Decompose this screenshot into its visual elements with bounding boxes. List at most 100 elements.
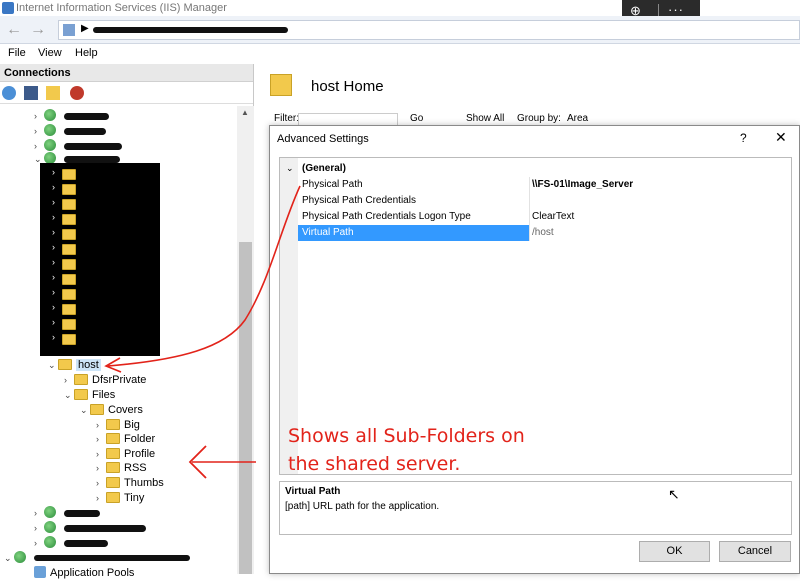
globe-icon	[44, 521, 56, 533]
folder-icon	[90, 404, 104, 415]
tree-item-big[interactable]: › Big	[96, 418, 140, 433]
save-icon[interactable]	[24, 86, 38, 100]
tree-item-label: Tiny	[124, 492, 145, 504]
globe-icon	[44, 139, 56, 151]
group-by-select[interactable]: Area	[567, 113, 588, 124]
redaction-mark	[34, 555, 190, 561]
chevron-right-icon[interactable]: ›	[52, 197, 55, 207]
filter-label: Filter:	[274, 113, 299, 124]
folder-icon	[106, 477, 120, 488]
tree-item-label: Profile	[124, 448, 156, 460]
chevron-down-icon[interactable]: ⌄	[80, 403, 90, 418]
breadcrumb[interactable]: ▶	[58, 20, 800, 40]
redaction-mark	[64, 143, 122, 150]
chevron-down-icon[interactable]: ⌄	[48, 358, 58, 373]
chevron-right-icon[interactable]: ›	[96, 461, 106, 476]
chevron-down-icon[interactable]: ⌄	[64, 388, 74, 403]
chevron-right-icon[interactable]: ›	[34, 109, 44, 124]
tree-item-covers[interactable]: ⌄ Covers	[80, 403, 143, 418]
menu-help[interactable]: Help	[75, 47, 98, 59]
tree-item-profile[interactable]: › Profile	[96, 447, 155, 462]
chevron-right-icon[interactable]: ›	[52, 167, 55, 177]
property-value[interactable]: /host	[532, 227, 554, 238]
property-row-logon-type[interactable]: Physical Path Credentials Logon Type Cle…	[280, 209, 791, 225]
property-row-physical-path-credentials[interactable]: Physical Path Credentials	[280, 193, 791, 209]
tree-item-dfsrprivate[interactable]: › DfsrPrivate	[64, 373, 146, 388]
ok-button[interactable]: OK	[639, 541, 710, 562]
tree-item-rss[interactable]: › RSS	[96, 461, 147, 476]
property-value[interactable]: ClearText	[532, 211, 574, 222]
property-name: Virtual Path	[302, 227, 354, 238]
redacted-breadcrumb	[93, 27, 288, 33]
menu-file[interactable]: File	[8, 47, 26, 59]
tree-item-host[interactable]: ⌄ host	[48, 358, 101, 373]
page-title: host Home	[311, 78, 384, 95]
tree-item-folder[interactable]: › Folder	[96, 432, 155, 447]
chevron-right-icon[interactable]: ›	[34, 124, 44, 139]
up-folder-icon[interactable]	[46, 86, 60, 100]
property-category-general[interactable]: ⌄ (General)	[280, 161, 791, 177]
property-row-physical-path[interactable]: Physical Path \\FS-01\Image_Server	[280, 177, 791, 193]
forward-arrow-icon[interactable]: →	[28, 20, 48, 40]
menu-bar: File View Help	[0, 44, 800, 62]
folder-icon	[62, 169, 76, 180]
chevron-right-icon[interactable]: ›	[52, 302, 55, 312]
tree-item-thumbs[interactable]: › Thumbs	[96, 476, 164, 491]
chevron-right-icon[interactable]: ›	[96, 432, 106, 447]
go-button[interactable]: Go	[410, 113, 423, 124]
back-arrow-icon[interactable]: ←	[4, 20, 24, 40]
chevron-right-icon[interactable]: ›	[52, 287, 55, 297]
tree-site-redacted-7[interactable]: ›	[34, 536, 60, 551]
grid-divider	[529, 225, 530, 241]
show-all-button[interactable]: Show All	[466, 113, 504, 124]
connections-scrollbar[interactable]: ▲	[237, 106, 254, 574]
folder-icon	[62, 199, 76, 210]
chevron-right-icon[interactable]: ›	[96, 418, 106, 433]
chevron-right-icon[interactable]: ›	[52, 212, 55, 222]
folder-icon	[74, 374, 88, 385]
chevron-right-icon[interactable]: ›	[52, 317, 55, 327]
help-icon[interactable]: ?	[740, 131, 747, 145]
scroll-up-icon[interactable]: ▲	[241, 108, 249, 117]
server-icon	[63, 24, 75, 36]
redaction-mark	[64, 525, 146, 532]
tree-site-redacted-1[interactable]: ›	[34, 109, 60, 124]
chevron-down-icon[interactable]: ⌄	[286, 163, 294, 174]
chevron-right-icon[interactable]: ›	[52, 182, 55, 192]
cancel-button[interactable]: Cancel	[719, 541, 791, 562]
disconnect-icon[interactable]	[70, 86, 84, 100]
tree-site-redacted-5[interactable]: ›	[34, 506, 60, 521]
property-value[interactable]: \\FS-01\Image_Server	[532, 179, 633, 190]
chevron-down-icon[interactable]: ⌄	[4, 551, 14, 566]
tree-site-redacted-6[interactable]: ›	[34, 521, 60, 536]
chevron-right-icon[interactable]: ›	[64, 373, 74, 388]
chevron-right-icon[interactable]: ›	[52, 242, 55, 252]
chevron-right-icon[interactable]: ›	[34, 506, 44, 521]
breadcrumb-chevron-icon[interactable]: ▶	[81, 23, 89, 34]
chevron-right-icon[interactable]: ›	[96, 476, 106, 491]
close-icon[interactable]: ✕	[775, 129, 787, 146]
chevron-right-icon[interactable]: ›	[96, 447, 106, 462]
connect-globe-icon[interactable]	[2, 86, 16, 100]
tree-server-redacted[interactable]: ⌄	[4, 551, 30, 566]
tree-site-redacted-2[interactable]: ›	[34, 124, 60, 139]
chevron-right-icon[interactable]: ›	[52, 272, 55, 282]
chevron-right-icon[interactable]: ›	[52, 257, 55, 267]
folder-icon	[62, 229, 76, 240]
connections-header: Connections	[0, 64, 253, 82]
folder-icon	[106, 448, 120, 459]
chevron-right-icon[interactable]: ›	[96, 491, 106, 506]
more-options-icon[interactable]: ···	[668, 2, 684, 17]
tree-item-files[interactable]: ⌄ Files	[64, 388, 115, 403]
property-row-virtual-path[interactable]: Virtual Path /host	[280, 225, 791, 241]
chevron-right-icon[interactable]: ›	[52, 332, 55, 342]
chevron-right-icon[interactable]: ›	[52, 227, 55, 237]
advanced-settings-dialog: Advanced Settings ? ✕ ⌄ (General) Physic…	[269, 125, 800, 574]
menu-view[interactable]: View	[38, 47, 62, 59]
description-panel: Virtual Path [path] URL path for the app…	[279, 481, 792, 535]
redaction-mark	[64, 113, 109, 120]
scrollbar-thumb[interactable]	[239, 242, 252, 574]
tree-item-tiny[interactable]: › Tiny	[96, 491, 144, 506]
chevron-right-icon[interactable]: ›	[34, 536, 44, 551]
chevron-right-icon[interactable]: ›	[34, 521, 44, 536]
